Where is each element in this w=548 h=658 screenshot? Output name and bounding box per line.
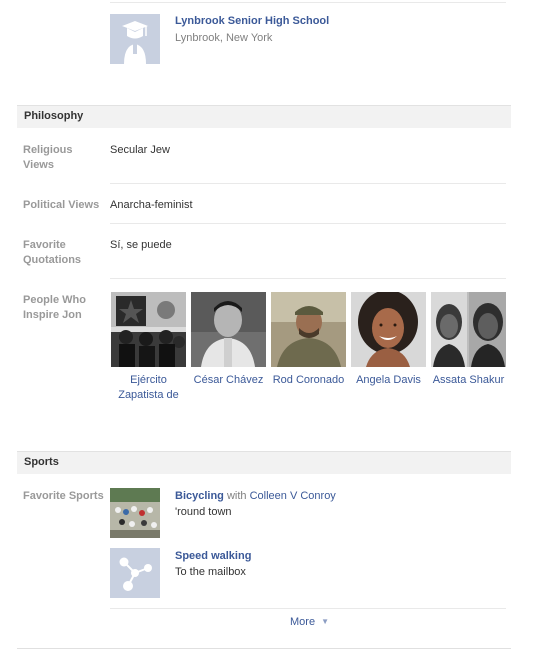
favorite-quotations-label: Favorite Quotations — [23, 239, 82, 266]
section-title: Philosophy — [24, 110, 84, 122]
with-text: with — [226, 490, 247, 502]
connection-nodes-icon — [110, 548, 160, 598]
religious-views-label: Religious Views — [23, 144, 73, 171]
school-location: Lynbrook, New York — [175, 32, 273, 44]
philosophy-section-header: Philosophy — [17, 105, 511, 128]
person-photo-assata-shakur[interactable] — [431, 292, 506, 367]
graduation-cap-icon — [110, 14, 160, 64]
divider — [110, 183, 506, 184]
person-name-assata-shakur[interactable]: Assata Shakur — [431, 373, 506, 388]
more-label: More — [290, 616, 316, 628]
people-inspire-label: People Who Inspire Jon — [23, 294, 86, 321]
religious-views-value: Secular Jew — [110, 144, 170, 156]
speed-walking-description: To the mailbox — [175, 566, 246, 578]
divider — [110, 2, 506, 3]
favorite-quotations-value: Sí, se puede — [110, 239, 172, 251]
sports-section-header: Sports — [17, 451, 511, 474]
more-button[interactable]: More ▼ — [290, 615, 329, 630]
political-views-value: Anarcha-feminist — [110, 199, 193, 211]
with-person-link[interactable]: Colleen V Conroy — [250, 490, 336, 502]
bicycling-description: 'round town — [175, 506, 232, 518]
person-photo-rod-coronado[interactable] — [271, 292, 346, 367]
section-title: Sports — [24, 456, 59, 468]
person-name-angela-davis[interactable]: Angela Davis — [351, 373, 426, 388]
sport-name-bicycling-link[interactable]: Bicycling — [175, 490, 224, 502]
caret-down-icon: ▼ — [321, 617, 330, 626]
favorite-sports-label: Favorite Sports — [23, 490, 104, 502]
divider — [110, 223, 506, 224]
speed-walking-photo[interactable] — [110, 548, 160, 598]
bicycling-row: Bicycling with Colleen V Conroy — [175, 489, 336, 504]
school-photo[interactable] — [110, 14, 160, 64]
political-views-label: Political Views — [23, 199, 100, 211]
person-photo-ezln[interactable] — [111, 292, 186, 367]
person-name-ezln[interactable]: Ejército Zapatista de — [111, 373, 186, 403]
person-name-cesar-chavez[interactable]: César Chávez — [191, 373, 266, 388]
school-name-link[interactable]: Lynbrook Senior High School — [175, 15, 329, 27]
divider — [110, 608, 506, 609]
person-photo-angela-davis[interactable] — [351, 292, 426, 367]
divider — [17, 648, 511, 649]
divider — [110, 278, 506, 279]
person-name-rod-coronado[interactable]: Rod Coronado — [271, 373, 346, 388]
bicycling-photo[interactable] — [110, 488, 160, 538]
person-photo-cesar-chavez[interactable] — [191, 292, 266, 367]
sport-name-speed-walking-link[interactable]: Speed walking — [175, 549, 251, 564]
